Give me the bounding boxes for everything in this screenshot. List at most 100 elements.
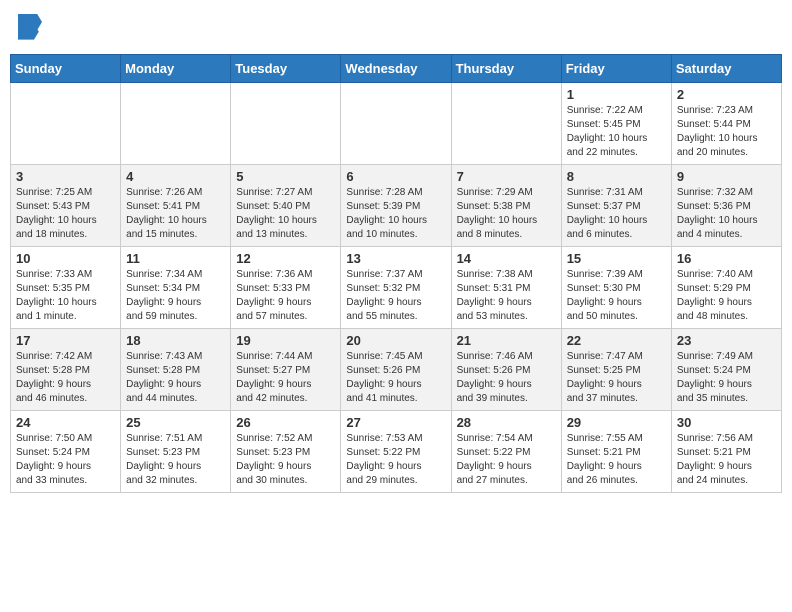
calendar-cell bbox=[341, 83, 451, 165]
day-number: 18 bbox=[126, 333, 225, 348]
cell-info: Sunrise: 7:29 AM Sunset: 5:38 PM Dayligh… bbox=[457, 186, 556, 242]
calendar-cell: 25 Sunrise: 7:51 AM Sunset: 5:23 PM Dayli… bbox=[121, 411, 231, 493]
cell-info: Sunrise: 7:53 AM Sunset: 5:22 PM Dayligh… bbox=[346, 432, 445, 488]
day-number: 12 bbox=[236, 251, 335, 266]
logo bbox=[18, 14, 46, 42]
weekday-header-thursday: Thursday bbox=[451, 55, 561, 83]
calendar-cell bbox=[11, 83, 121, 165]
calendar-cell bbox=[121, 83, 231, 165]
cell-info: Sunrise: 7:38 AM Sunset: 5:31 PM Dayligh… bbox=[457, 268, 556, 324]
day-number: 28 bbox=[457, 415, 556, 430]
day-number: 24 bbox=[16, 415, 115, 430]
cell-info: Sunrise: 7:32 AM Sunset: 5:36 PM Dayligh… bbox=[677, 186, 776, 242]
weekday-header-monday: Monday bbox=[121, 55, 231, 83]
calendar-cell: 10 Sunrise: 7:33 AM Sunset: 5:35 PM Dayli… bbox=[11, 247, 121, 329]
cell-info: Sunrise: 7:25 AM Sunset: 5:43 PM Dayligh… bbox=[16, 186, 115, 242]
day-number: 26 bbox=[236, 415, 335, 430]
cell-info: Sunrise: 7:33 AM Sunset: 5:35 PM Dayligh… bbox=[16, 268, 115, 324]
day-number: 6 bbox=[346, 169, 445, 184]
calendar-cell: 30 Sunrise: 7:56 AM Sunset: 5:21 PM Dayli… bbox=[671, 411, 781, 493]
day-number: 22 bbox=[567, 333, 666, 348]
day-number: 11 bbox=[126, 251, 225, 266]
day-number: 17 bbox=[16, 333, 115, 348]
day-number: 21 bbox=[457, 333, 556, 348]
cell-info: Sunrise: 7:44 AM Sunset: 5:27 PM Dayligh… bbox=[236, 350, 335, 406]
cell-info: Sunrise: 7:26 AM Sunset: 5:41 PM Dayligh… bbox=[126, 186, 225, 242]
calendar-cell: 26 Sunrise: 7:52 AM Sunset: 5:23 PM Dayli… bbox=[231, 411, 341, 493]
calendar-cell bbox=[451, 83, 561, 165]
calendar-cell: 28 Sunrise: 7:54 AM Sunset: 5:22 PM Dayli… bbox=[451, 411, 561, 493]
day-number: 7 bbox=[457, 169, 556, 184]
day-number: 8 bbox=[567, 169, 666, 184]
cell-info: Sunrise: 7:50 AM Sunset: 5:24 PM Dayligh… bbox=[16, 432, 115, 488]
calendar-cell: 29Sunrise: 7:55 AM Sunset: 5:21 PM Dayli… bbox=[561, 411, 671, 493]
day-number: 13 bbox=[346, 251, 445, 266]
calendar-table: SundayMondayTuesdayWednesdayThursdayFrid… bbox=[10, 54, 782, 493]
calendar-cell: 8 Sunrise: 7:31 AM Sunset: 5:37 PM Daylig… bbox=[561, 165, 671, 247]
calendar-cell: 22Sunrise: 7:47 AM Sunset: 5:25 PM Dayli… bbox=[561, 329, 671, 411]
cell-info: Sunrise: 7:40 AM Sunset: 5:29 PM Dayligh… bbox=[677, 268, 776, 324]
weekday-header-saturday: Saturday bbox=[671, 55, 781, 83]
calendar-cell: 15Sunrise: 7:39 AM Sunset: 5:30 PM Dayli… bbox=[561, 247, 671, 329]
calendar-cell: 3 Sunrise: 7:25 AM Sunset: 5:43 PM Daylig… bbox=[11, 165, 121, 247]
cell-info: Sunrise: 7:34 AM Sunset: 5:34 PM Dayligh… bbox=[126, 268, 225, 324]
day-number: 23 bbox=[677, 333, 776, 348]
cell-info: Sunrise: 7:28 AM Sunset: 5:39 PM Dayligh… bbox=[346, 186, 445, 242]
cell-info: Sunrise: 7:31 AM Sunset: 5:37 PM Dayligh… bbox=[567, 186, 666, 242]
day-number: 25 bbox=[126, 415, 225, 430]
calendar-cell: 12 Sunrise: 7:36 AM Sunset: 5:33 PM Dayli… bbox=[231, 247, 341, 329]
cell-info: Sunrise: 7:23 AM Sunset: 5:44 PM Dayligh… bbox=[677, 104, 776, 160]
cell-info: Sunrise: 7:43 AM Sunset: 5:28 PM Dayligh… bbox=[126, 350, 225, 406]
cell-info: Sunrise: 7:36 AM Sunset: 5:33 PM Dayligh… bbox=[236, 268, 335, 324]
cell-info: Sunrise: 7:56 AM Sunset: 5:21 PM Dayligh… bbox=[677, 432, 776, 488]
calendar-cell: 9Sunrise: 7:32 AM Sunset: 5:36 PM Daylig… bbox=[671, 165, 781, 247]
calendar-cell: 4 Sunrise: 7:26 AM Sunset: 5:41 PM Daylig… bbox=[121, 165, 231, 247]
week-row-1: 1 Sunrise: 7:22 AM Sunset: 5:45 PM Daylig… bbox=[11, 83, 782, 165]
day-number: 15 bbox=[567, 251, 666, 266]
week-row-3: 10 Sunrise: 7:33 AM Sunset: 5:35 PM Dayli… bbox=[11, 247, 782, 329]
day-number: 30 bbox=[677, 415, 776, 430]
cell-info: Sunrise: 7:22 AM Sunset: 5:45 PM Dayligh… bbox=[567, 104, 666, 160]
cell-info: Sunrise: 7:49 AM Sunset: 5:24 PM Dayligh… bbox=[677, 350, 776, 406]
logo-icon bbox=[18, 14, 42, 42]
day-number: 3 bbox=[16, 169, 115, 184]
calendar-cell: 19 Sunrise: 7:44 AM Sunset: 5:27 PM Dayli… bbox=[231, 329, 341, 411]
day-number: 16 bbox=[677, 251, 776, 266]
weekday-header-wednesday: Wednesday bbox=[341, 55, 451, 83]
cell-info: Sunrise: 7:51 AM Sunset: 5:23 PM Dayligh… bbox=[126, 432, 225, 488]
calendar-cell: 14 Sunrise: 7:38 AM Sunset: 5:31 PM Dayli… bbox=[451, 247, 561, 329]
calendar-cell: 6 Sunrise: 7:28 AM Sunset: 5:39 PM Daylig… bbox=[341, 165, 451, 247]
cell-info: Sunrise: 7:45 AM Sunset: 5:26 PM Dayligh… bbox=[346, 350, 445, 406]
weekday-header-friday: Friday bbox=[561, 55, 671, 83]
calendar-cell: 13 Sunrise: 7:37 AM Sunset: 5:32 PM Dayli… bbox=[341, 247, 451, 329]
calendar-cell: 18 Sunrise: 7:43 AM Sunset: 5:28 PM Dayli… bbox=[121, 329, 231, 411]
calendar-cell: 16 Sunrise: 7:40 AM Sunset: 5:29 PM Dayli… bbox=[671, 247, 781, 329]
day-number: 4 bbox=[126, 169, 225, 184]
week-row-4: 17 Sunrise: 7:42 AM Sunset: 5:28 PM Dayli… bbox=[11, 329, 782, 411]
day-number: 1 bbox=[567, 87, 666, 102]
page-header bbox=[10, 10, 782, 46]
day-number: 10 bbox=[16, 251, 115, 266]
weekday-header-tuesday: Tuesday bbox=[231, 55, 341, 83]
calendar-cell: 1 Sunrise: 7:22 AM Sunset: 5:45 PM Daylig… bbox=[561, 83, 671, 165]
day-number: 19 bbox=[236, 333, 335, 348]
cell-info: Sunrise: 7:27 AM Sunset: 5:40 PM Dayligh… bbox=[236, 186, 335, 242]
day-number: 29 bbox=[567, 415, 666, 430]
calendar-cell bbox=[231, 83, 341, 165]
calendar-cell: 24 Sunrise: 7:50 AM Sunset: 5:24 PM Dayli… bbox=[11, 411, 121, 493]
calendar-cell: 23 Sunrise: 7:49 AM Sunset: 5:24 PM Dayli… bbox=[671, 329, 781, 411]
calendar-cell: 7 Sunrise: 7:29 AM Sunset: 5:38 PM Daylig… bbox=[451, 165, 561, 247]
weekday-header-row: SundayMondayTuesdayWednesdayThursdayFrid… bbox=[11, 55, 782, 83]
cell-info: Sunrise: 7:54 AM Sunset: 5:22 PM Dayligh… bbox=[457, 432, 556, 488]
day-number: 5 bbox=[236, 169, 335, 184]
calendar-cell: 20Sunrise: 7:45 AM Sunset: 5:26 PM Dayli… bbox=[341, 329, 451, 411]
calendar-cell: 17 Sunrise: 7:42 AM Sunset: 5:28 PM Dayli… bbox=[11, 329, 121, 411]
cell-info: Sunrise: 7:52 AM Sunset: 5:23 PM Dayligh… bbox=[236, 432, 335, 488]
day-number: 14 bbox=[457, 251, 556, 266]
cell-info: Sunrise: 7:46 AM Sunset: 5:26 PM Dayligh… bbox=[457, 350, 556, 406]
cell-info: Sunrise: 7:42 AM Sunset: 5:28 PM Dayligh… bbox=[16, 350, 115, 406]
calendar-cell: 21 Sunrise: 7:46 AM Sunset: 5:26 PM Dayli… bbox=[451, 329, 561, 411]
cell-info: Sunrise: 7:37 AM Sunset: 5:32 PM Dayligh… bbox=[346, 268, 445, 324]
calendar-cell: 5 Sunrise: 7:27 AM Sunset: 5:40 PM Daylig… bbox=[231, 165, 341, 247]
day-number: 2 bbox=[677, 87, 776, 102]
